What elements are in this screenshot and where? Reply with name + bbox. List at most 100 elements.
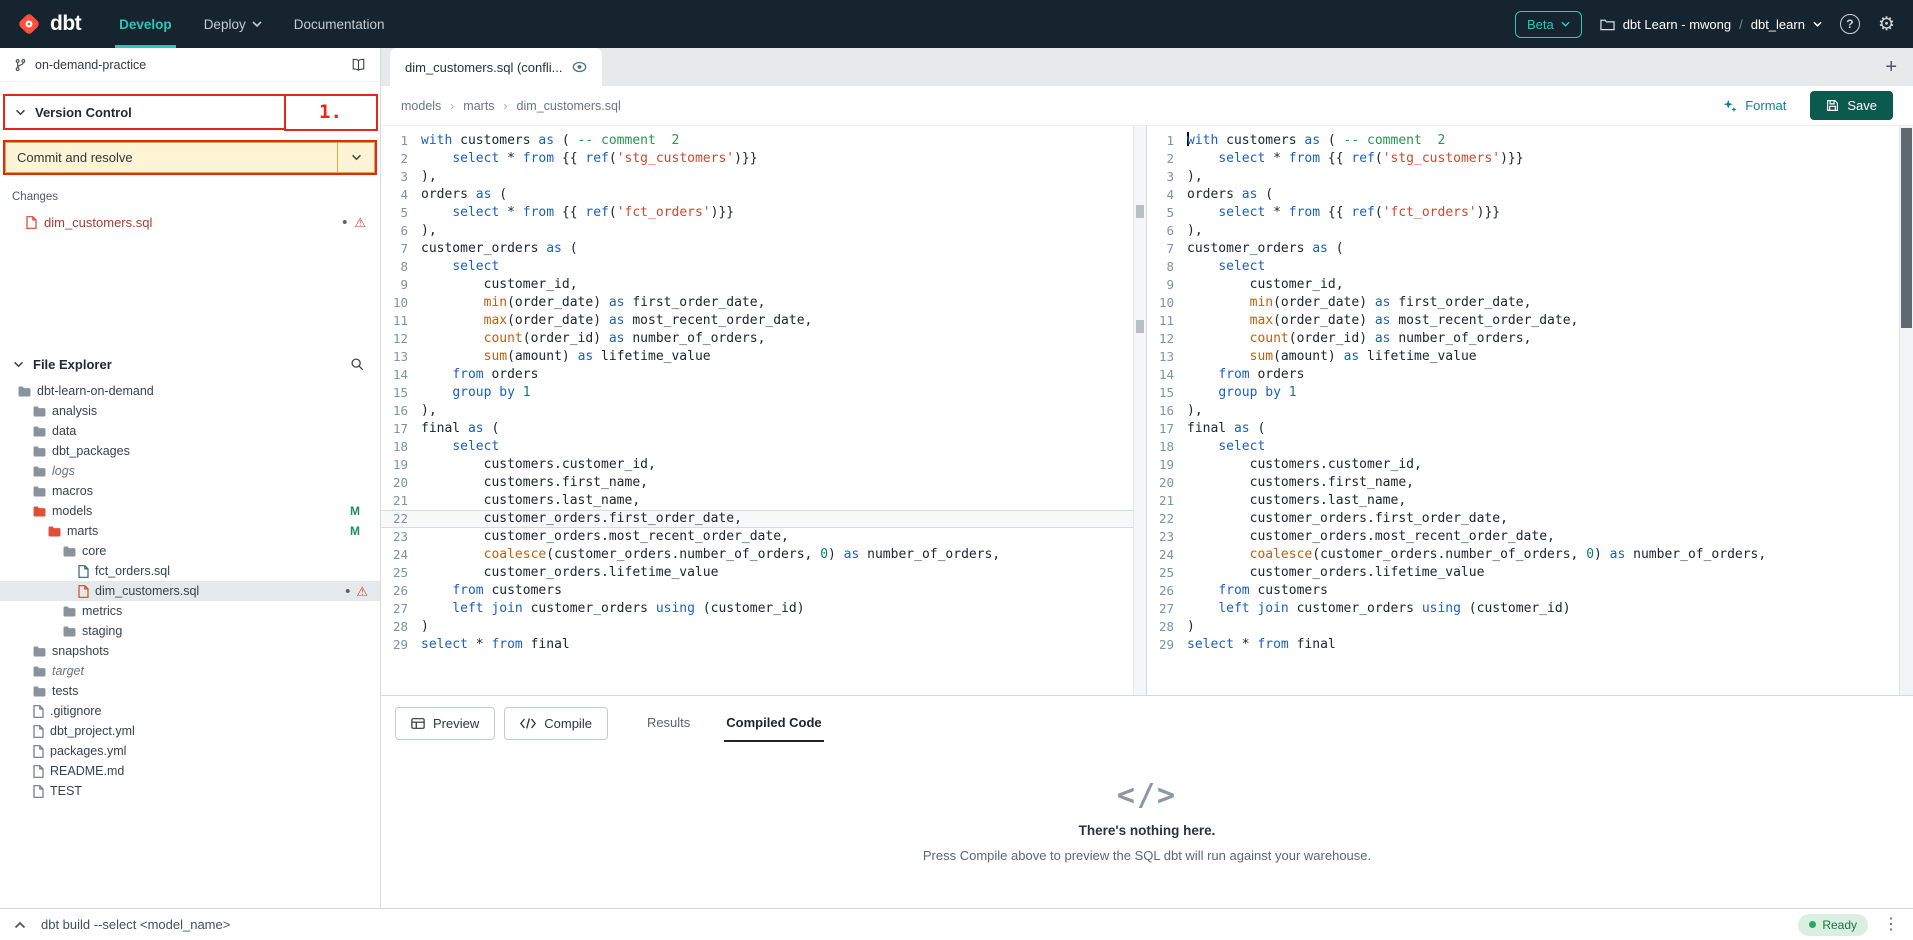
docs-book-icon[interactable] [351, 58, 366, 72]
code-line-9[interactable]: 9 customer_id, [381, 276, 1133, 294]
code-line-7[interactable]: 7customer_orders as ( [1147, 240, 1899, 258]
code-line-5[interactable]: 5 select * from {{ ref('fct_orders')}} [1147, 204, 1899, 222]
code-line-21[interactable]: 21 customers.last_name, [381, 492, 1133, 510]
code-line-13[interactable]: 13 sum(amount) as lifetime_value [1147, 348, 1899, 366]
code-line-15[interactable]: 15 group by 1 [381, 384, 1133, 402]
tree-item-.gitignore[interactable]: .gitignore [0, 701, 380, 721]
code-line-14[interactable]: 14 from orders [1147, 366, 1899, 384]
code-line-22[interactable]: 22 customer_orders.first_order_date, [1147, 510, 1899, 528]
search-icon[interactable] [350, 357, 364, 371]
code-line-8[interactable]: 8 select [1147, 258, 1899, 276]
editor-pane-right[interactable]: 1with customers as ( -- comment 22 selec… [1147, 126, 1899, 695]
chevron-down-icon[interactable] [15, 109, 26, 116]
code-line-4[interactable]: 4orders as ( [381, 186, 1133, 204]
branch-selector[interactable]: on-demand-practice [0, 48, 380, 82]
chevron-down-icon[interactable] [13, 361, 24, 368]
new-tab-button[interactable]: + [1885, 57, 1897, 77]
code-line-27[interactable]: 27 left join customer_orders using (cust… [381, 600, 1133, 618]
code-line-16[interactable]: 16), [381, 402, 1133, 420]
code-line-21[interactable]: 21 customers.last_name, [1147, 492, 1899, 510]
code-line-23[interactable]: 23 customer_orders.most_recent_order_dat… [381, 528, 1133, 546]
code-line-2[interactable]: 2 select * from {{ ref('stg_customers')}… [381, 150, 1133, 168]
code-line-27[interactable]: 27 left join customer_orders using (cust… [1147, 600, 1899, 618]
tree-item-TEST[interactable]: TEST [0, 781, 380, 801]
dbt-logo[interactable]: dbt [0, 0, 103, 48]
breadcrumb-marts[interactable]: marts [463, 99, 494, 113]
format-button[interactable]: Format [1723, 98, 1786, 113]
code-line-25[interactable]: 25 customer_orders.lifetime_value [1147, 564, 1899, 582]
tree-item-dbt-learn-on-demand[interactable]: dbt-learn-on-demand [0, 381, 380, 401]
code-line-2[interactable]: 2 select * from {{ ref('stg_customers')}… [1147, 150, 1899, 168]
version-control-title[interactable]: Version Control [35, 105, 132, 120]
nav-documentation[interactable]: Documentation [278, 0, 401, 48]
compile-button[interactable]: Compile [504, 707, 608, 740]
tree-item-analysis[interactable]: analysis [0, 401, 380, 421]
code-line-18[interactable]: 18 select [1147, 438, 1899, 456]
code-line-20[interactable]: 20 customers.first_name, [1147, 474, 1899, 492]
code-line-18[interactable]: 18 select [381, 438, 1133, 456]
help-button[interactable]: ? [1840, 14, 1860, 34]
code-line-24[interactable]: 24 coalesce(customer_orders.number_of_or… [381, 546, 1133, 564]
breadcrumb-models[interactable]: models [401, 99, 441, 113]
editor-pane-left[interactable]: 1with customers as ( -- comment 22 selec… [381, 126, 1146, 695]
code-line-6[interactable]: 6), [381, 222, 1133, 240]
code-line-7[interactable]: 7customer_orders as ( [381, 240, 1133, 258]
tab-dim-customers[interactable]: dim_customers.sql (confli... [390, 48, 602, 86]
beta-toggle[interactable]: Beta [1515, 11, 1582, 38]
code-line-17[interactable]: 17final as ( [381, 420, 1133, 438]
preview-button[interactable]: Preview [395, 707, 495, 740]
code-line-10[interactable]: 10 min(order_date) as first_order_date, [1147, 294, 1899, 312]
code-line-26[interactable]: 26 from customers [381, 582, 1133, 600]
code-line-29[interactable]: 29select * from final [1147, 636, 1899, 654]
tree-item-marts[interactable]: martsM [0, 521, 380, 541]
code-line-8[interactable]: 8 select [381, 258, 1133, 276]
code-line-22[interactable]: 22 customer_orders.first_order_date, [381, 510, 1133, 528]
tree-item-packages.yml[interactable]: packages.yml [0, 741, 380, 761]
scrollbar-thumb[interactable] [1901, 128, 1912, 328]
kebab-menu-icon[interactable]: ⋮ [1883, 917, 1899, 933]
tree-item-staging[interactable]: staging [0, 621, 380, 641]
tree-item-dbt_packages[interactable]: dbt_packages [0, 441, 380, 461]
eye-icon[interactable] [572, 61, 587, 73]
tree-item-models[interactable]: modelsM [0, 501, 380, 521]
tree-item-target[interactable]: target [0, 661, 380, 681]
code-line-12[interactable]: 12 count(order_id) as number_of_orders, [381, 330, 1133, 348]
code-line-1[interactable]: 1with customers as ( -- comment 2 [1147, 132, 1899, 150]
tree-item-snapshots[interactable]: snapshots [0, 641, 380, 661]
code-line-6[interactable]: 6), [1147, 222, 1899, 240]
tree-item-dbt_project.yml[interactable]: dbt_project.yml [0, 721, 380, 741]
code-line-4[interactable]: 4orders as ( [1147, 186, 1899, 204]
code-line-9[interactable]: 9 customer_id, [1147, 276, 1899, 294]
commit-options-chevron[interactable] [337, 143, 374, 172]
nav-develop[interactable]: Develop [103, 0, 188, 48]
code-line-12[interactable]: 12 count(order_id) as number_of_orders, [1147, 330, 1899, 348]
editor-overview-ruler[interactable] [1133, 126, 1146, 695]
tree-item-macros[interactable]: macros [0, 481, 380, 501]
code-line-11[interactable]: 11 max(order_date) as most_recent_order_… [1147, 312, 1899, 330]
tree-item-dim_customers.sql[interactable]: dim_customers.sql•⚠ [0, 581, 380, 601]
tree-item-metrics[interactable]: metrics [0, 601, 380, 621]
code-line-26[interactable]: 26 from customers [1147, 582, 1899, 600]
code-line-14[interactable]: 14 from orders [381, 366, 1133, 384]
editor-scrollbar[interactable] [1899, 126, 1913, 695]
code-line-17[interactable]: 17final as ( [1147, 420, 1899, 438]
code-line-13[interactable]: 13 sum(amount) as lifetime_value [381, 348, 1133, 366]
tree-item-logs[interactable]: logs [0, 461, 380, 481]
code-line-25[interactable]: 25 customer_orders.lifetime_value [381, 564, 1133, 582]
settings-gear-icon[interactable]: ⚙ [1878, 15, 1895, 34]
code-line-23[interactable]: 23 customer_orders.most_recent_order_dat… [1147, 528, 1899, 546]
code-line-20[interactable]: 20 customers.first_name, [381, 474, 1133, 492]
code-line-5[interactable]: 5 select * from {{ ref('fct_orders')}} [381, 204, 1133, 222]
tab-results[interactable]: Results [645, 705, 692, 742]
file-explorer-title[interactable]: File Explorer [33, 357, 112, 372]
chevron-up-icon[interactable] [14, 921, 26, 929]
commit-and-resolve-button[interactable]: Commit and resolve [5, 142, 375, 173]
tree-item-README.md[interactable]: README.md [0, 761, 380, 781]
code-line-10[interactable]: 10 min(order_date) as first_order_date, [381, 294, 1133, 312]
code-line-11[interactable]: 11 max(order_date) as most_recent_order_… [381, 312, 1133, 330]
code-line-16[interactable]: 16), [1147, 402, 1899, 420]
breadcrumb-file[interactable]: dim_customers.sql [517, 99, 621, 113]
tree-item-tests[interactable]: tests [0, 681, 380, 701]
save-button[interactable]: Save [1810, 91, 1893, 120]
code-line-15[interactable]: 15 group by 1 [1147, 384, 1899, 402]
